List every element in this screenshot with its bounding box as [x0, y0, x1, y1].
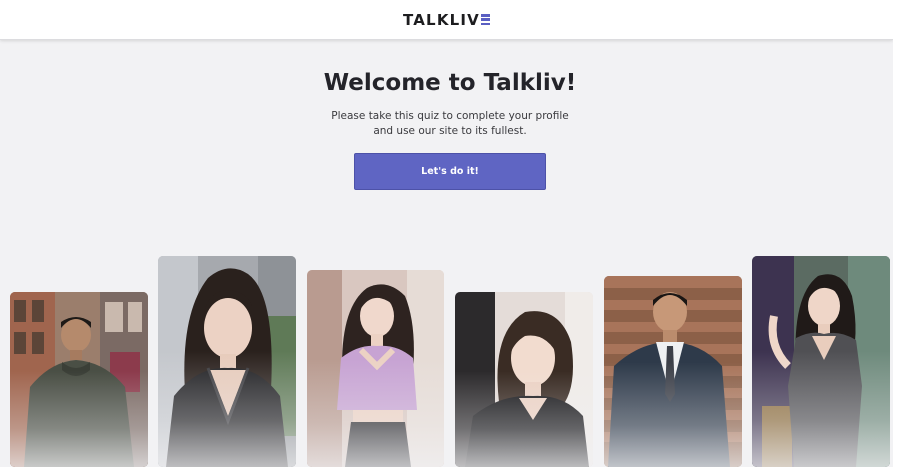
- start-quiz-button[interactable]: Let's do it!: [354, 153, 546, 190]
- man-suit-photo: [604, 276, 742, 467]
- page-subtitle: Please take this quiz to complete your p…: [0, 109, 900, 139]
- woman-lilac-top-photo: [307, 270, 444, 467]
- woman-grey-dress-photo: [752, 256, 890, 467]
- man-green-hoodie-photo: [10, 292, 148, 467]
- subtitle-line-2: and use our site to its fullest.: [373, 125, 527, 137]
- woman-black-lace-top-photo: [158, 256, 296, 467]
- woman-short-hair-photo: [455, 292, 593, 467]
- talkliv-logo[interactable]: TALKLIV: [403, 10, 490, 30]
- three-bar-e-icon: [481, 14, 490, 25]
- subtitle-line-1: Please take this quiz to complete your p…: [331, 110, 569, 122]
- top-header: TALKLIV: [0, 0, 893, 40]
- page-title: Welcome to Talkliv!: [323, 70, 577, 96]
- logo-text: TALKLIV: [402, 10, 480, 29]
